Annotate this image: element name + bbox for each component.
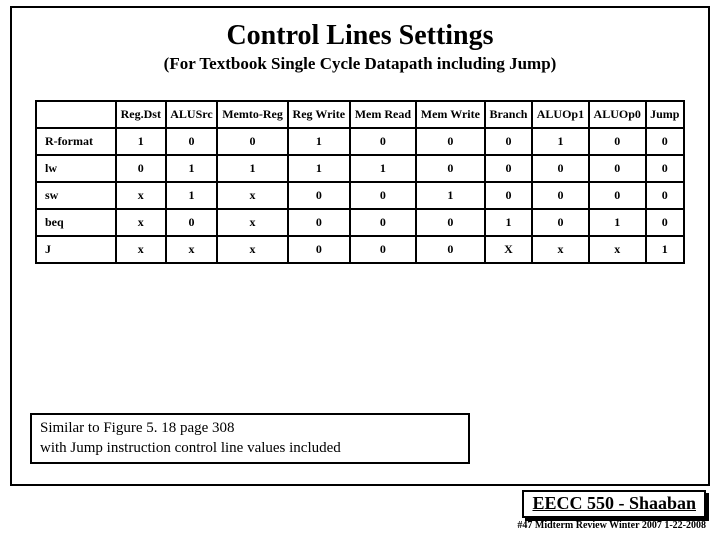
- col-memread: Mem Read: [350, 101, 416, 128]
- cell: 0: [416, 236, 485, 263]
- cell: 1: [288, 155, 350, 182]
- cell: 0: [350, 128, 416, 155]
- row-name: beq: [36, 209, 116, 236]
- cell: 1: [532, 128, 589, 155]
- cell: 0: [646, 182, 684, 209]
- cell: 0: [485, 128, 532, 155]
- cell: 0: [116, 155, 166, 182]
- footer-course: EECC 550 - Shaaban: [522, 490, 706, 518]
- cell: 0: [646, 209, 684, 236]
- cell: 0: [485, 182, 532, 209]
- cell: 1: [589, 209, 646, 236]
- cell: 1: [116, 128, 166, 155]
- cell: 0: [589, 155, 646, 182]
- cell: 1: [646, 236, 684, 263]
- cell: X: [485, 236, 532, 263]
- cell: 0: [166, 209, 218, 236]
- cell: 0: [166, 128, 218, 155]
- cell: 0: [532, 155, 589, 182]
- col-aluop1: ALUOp1: [532, 101, 589, 128]
- cell: 1: [416, 182, 485, 209]
- cell: 0: [485, 155, 532, 182]
- cell: x: [166, 236, 218, 263]
- col-alusrc: ALUSrc: [166, 101, 218, 128]
- cell: x: [116, 236, 166, 263]
- note-line-1: Similar to Figure 5. 18 page 308: [40, 419, 460, 439]
- col-jump: Jump: [646, 101, 684, 128]
- cell: x: [116, 182, 166, 209]
- control-table: Reg.Dst ALUSrc Memto-Reg Reg Write Mem R…: [35, 100, 685, 264]
- row-name: J: [36, 236, 116, 263]
- note-box: Similar to Figure 5. 18 page 308 with Ju…: [30, 413, 470, 464]
- cell: 0: [288, 182, 350, 209]
- table-row: Jxxx000Xxx1: [36, 236, 684, 263]
- table-row: lw0111100000: [36, 155, 684, 182]
- cell: 0: [589, 182, 646, 209]
- cell: 1: [288, 128, 350, 155]
- cell: x: [116, 209, 166, 236]
- col-aluop0: ALUOp0: [589, 101, 646, 128]
- note-line-2: with Jump instruction control line value…: [40, 439, 460, 459]
- cell: x: [217, 209, 287, 236]
- slide-subtitle: (For Textbook Single Cycle Datapath incl…: [30, 54, 690, 74]
- cell: 0: [416, 155, 485, 182]
- cell: 0: [589, 128, 646, 155]
- cell: 0: [532, 182, 589, 209]
- cell: 0: [416, 209, 485, 236]
- cell: 1: [166, 182, 218, 209]
- col-branch: Branch: [485, 101, 532, 128]
- row-name: sw: [36, 182, 116, 209]
- slide-title: Control Lines Settings: [30, 20, 690, 52]
- cell: 0: [288, 209, 350, 236]
- table-row: swx1x0010000: [36, 182, 684, 209]
- slide-frame: Control Lines Settings (For Textbook Sin…: [10, 6, 710, 486]
- cell: 1: [350, 155, 416, 182]
- cell: x: [217, 182, 287, 209]
- cell: 0: [288, 236, 350, 263]
- header-empty: [36, 101, 116, 128]
- row-name: R-format: [36, 128, 116, 155]
- col-regwrite: Reg Write: [288, 101, 350, 128]
- cell: 0: [416, 128, 485, 155]
- table-row: beqx0x0001010: [36, 209, 684, 236]
- cell: 0: [350, 182, 416, 209]
- cell: x: [217, 236, 287, 263]
- cell: 0: [350, 236, 416, 263]
- footer-meta: #47 Midterm Review Winter 2007 1-22-2008: [517, 520, 706, 531]
- cell: 0: [532, 209, 589, 236]
- cell: 0: [646, 128, 684, 155]
- cell: 0: [646, 155, 684, 182]
- col-memwrite: Mem Write: [416, 101, 485, 128]
- cell: 1: [217, 155, 287, 182]
- cell: 0: [350, 209, 416, 236]
- col-regdst: Reg.Dst: [116, 101, 166, 128]
- cell: 1: [485, 209, 532, 236]
- cell: x: [589, 236, 646, 263]
- cell: 0: [217, 128, 287, 155]
- row-name: lw: [36, 155, 116, 182]
- table-row: R-format1001000100: [36, 128, 684, 155]
- cell: x: [532, 236, 589, 263]
- table-header-row: Reg.Dst ALUSrc Memto-Reg Reg Write Mem R…: [36, 101, 684, 128]
- cell: 1: [166, 155, 218, 182]
- col-memtoreg: Memto-Reg: [217, 101, 287, 128]
